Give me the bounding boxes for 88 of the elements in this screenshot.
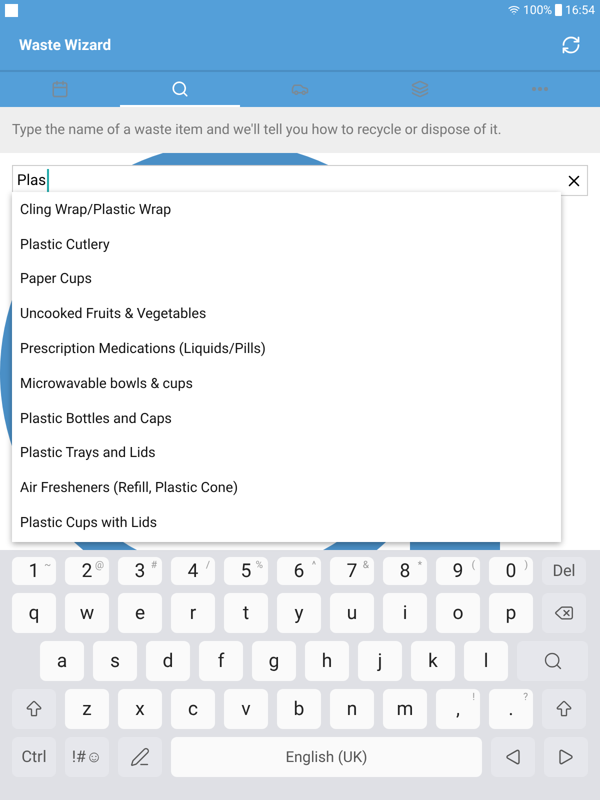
keyboard-key[interactable]: z (65, 689, 109, 729)
keyboard-key[interactable]: f (199, 641, 243, 681)
shift-icon (554, 699, 574, 719)
keyboard-key[interactable] (544, 737, 588, 777)
keyboard-key[interactable]: u (330, 593, 374, 633)
keyboard-key[interactable]: 2@ (65, 557, 109, 585)
keyboard-key[interactable]: a (40, 641, 84, 681)
alt-character: @ (95, 559, 104, 573)
keyboard-key[interactable]: 8 * (383, 557, 427, 585)
keyboard-key[interactable]: e (118, 593, 162, 633)
keyboard-key[interactable]: y (277, 593, 321, 633)
keyboard-key[interactable]: 5 % (224, 557, 268, 585)
keyboard-key[interactable]: 7 & (330, 557, 374, 585)
alt-character: & (362, 559, 369, 573)
alt-character: # (150, 559, 157, 573)
description-text: Type the name of a waste item and we'll tell you how to recycle or dispose of it. (12, 120, 502, 140)
keyboard-key[interactable]: d (146, 641, 190, 681)
keyboard-key[interactable] (12, 689, 56, 729)
search-icon (171, 80, 189, 98)
keyboard-key[interactable]: v (224, 689, 268, 729)
keyboard-key[interactable]: w (65, 593, 109, 633)
suggestion-item[interactable]: Prescription Medications (Liquids/Pills) (12, 332, 561, 367)
alt-character: / (206, 559, 210, 573)
alt-character: ^ (312, 559, 316, 573)
keyboard-key[interactable]: r (171, 593, 215, 633)
keyboard-key[interactable] (542, 689, 586, 729)
suggestion-item[interactable]: Plastic Cutlery (12, 228, 561, 263)
keyboard-key[interactable] (118, 737, 162, 777)
keyboard-key[interactable]: j (358, 641, 402, 681)
keyboard-key[interactable]: Del (542, 557, 586, 585)
keyboard-key[interactable] (491, 737, 535, 777)
suggestion-item[interactable]: Cling Wrap/Plastic Wrap (12, 193, 561, 228)
keyboard-key[interactable]: 9 ( (436, 557, 480, 585)
left-arrow-icon (505, 749, 521, 765)
suggestion-item[interactable]: Plastic Trays and Lids (12, 436, 561, 472)
alt-character: ) (524, 559, 528, 573)
keyboard-key[interactable]: o (436, 593, 480, 633)
battery-percentage: 100% (523, 2, 552, 19)
alt-character: ! (472, 691, 475, 705)
suggestion-item[interactable]: Plastic Bottles and Caps (12, 402, 561, 437)
keyboard-key[interactable]: n (330, 689, 374, 729)
keyboard-key[interactable]: . ? (489, 689, 533, 729)
keyboard-key[interactable]: 1 ~ (12, 557, 56, 585)
refresh-button[interactable] (561, 35, 581, 55)
clock: 16:54 (565, 2, 595, 19)
keyboard-key[interactable]: g (252, 641, 296, 681)
keyboard-key[interactable]: 4 / (171, 557, 215, 585)
keyboard-key[interactable]: 6 ^ (277, 557, 321, 585)
keyboard-key[interactable]: x (118, 689, 162, 729)
notification-icon (5, 4, 18, 16)
keyboard-key[interactable]: m (383, 689, 427, 729)
keyboard-key[interactable]: , ! (436, 689, 480, 729)
keyboard-key[interactable]: !#☺ (65, 737, 109, 777)
alt-character: ( (472, 559, 475, 573)
keyboard-key[interactable]: Ctrl (12, 737, 56, 777)
keyboard-key[interactable]: 3 # (118, 557, 162, 585)
calendar-icon (51, 80, 69, 98)
suggestion-item[interactable]: Microwavable bowls & cups (12, 366, 561, 402)
keyboard-key[interactable]: k (411, 641, 455, 681)
stack-icon (411, 80, 429, 98)
alt-character: % (256, 559, 263, 573)
alt-character: * (418, 559, 422, 573)
keyboard-key[interactable]: t (224, 593, 268, 633)
more-icon (532, 86, 548, 90)
app-title: Waste Wizard (19, 34, 112, 56)
keyboard-key[interactable] (542, 593, 586, 633)
keyboard-key[interactable]: s (93, 641, 137, 681)
right-arrow-icon (558, 749, 574, 765)
keyboard-key[interactable]: l (464, 641, 508, 681)
alt-character: ~ (44, 559, 51, 573)
alt-character: ? (523, 691, 528, 705)
shift-icon (24, 699, 44, 719)
suggestion-item[interactable]: Paper Cups (12, 262, 561, 298)
keyboard-key[interactable]: c (171, 689, 215, 729)
battery-icon (555, 4, 562, 16)
suggestion-item[interactable]: Air Fresheners (Refill, Plastic Cone) (12, 471, 561, 506)
keyboard-key[interactable]: b (277, 689, 321, 729)
keyboard-key[interactable]: p (489, 593, 533, 633)
space-key[interactable]: English (UK) (171, 737, 482, 777)
suggestion-item[interactable]: Uncooked Fruits & Vegetables (12, 297, 561, 332)
keyboard-key[interactable]: 0 ) (489, 557, 533, 585)
keyboard-key[interactable]: q (12, 593, 56, 633)
keyboard-key[interactable]: i (383, 593, 427, 633)
handwriting-icon (130, 747, 150, 767)
suggestion-item[interactable]: Plastic Cups with Lids (12, 506, 561, 541)
search-icon (542, 651, 562, 671)
keyboard-key[interactable]: h (305, 641, 349, 681)
refresh-icon (561, 35, 581, 55)
